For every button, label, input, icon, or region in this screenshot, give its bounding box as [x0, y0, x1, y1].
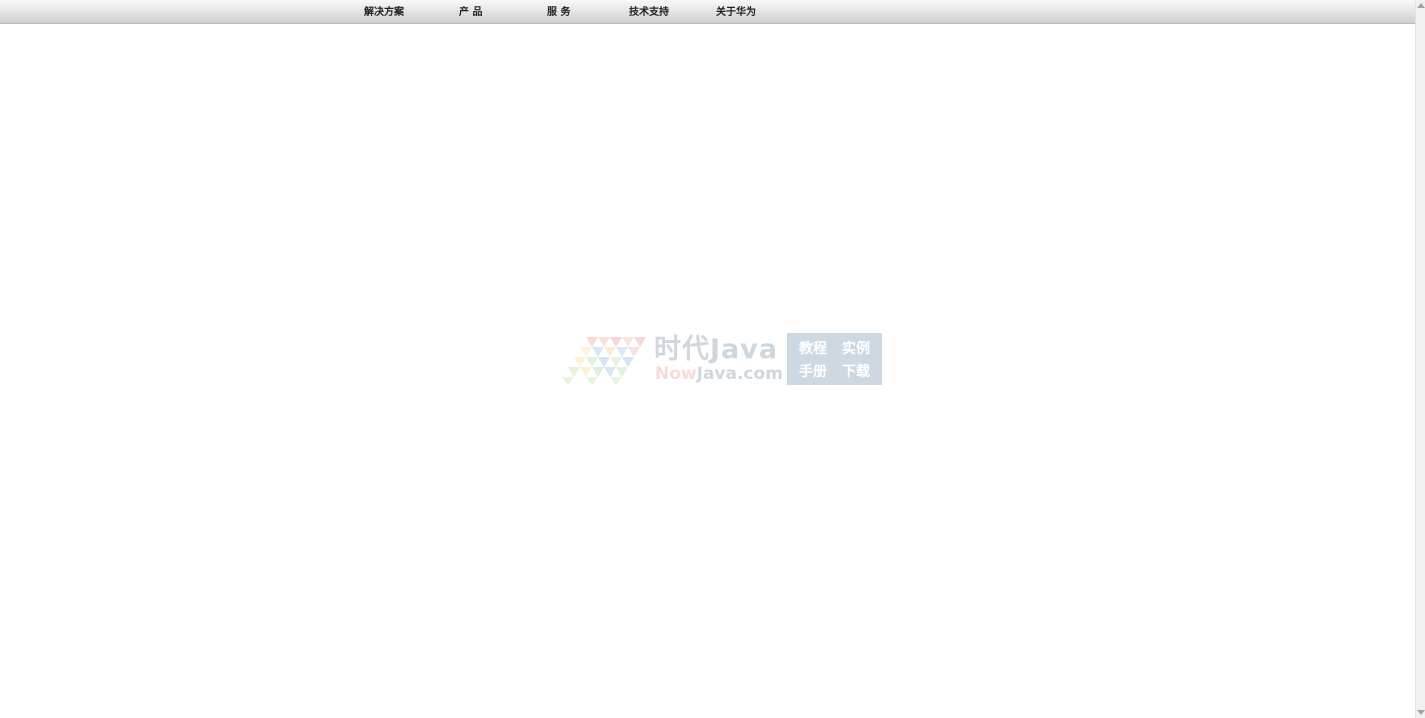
top-navigation-bar: 解决方案 产 品 服 务 技术支持 关于华为	[0, 0, 1415, 24]
watermark-box-label: 下载	[842, 364, 870, 380]
nav-item-solutions[interactable]: 解决方案	[364, 0, 404, 24]
scroll-down-arrow-icon[interactable]	[1417, 710, 1425, 715]
nav-item-about-huawei[interactable]: 关于华为	[716, 0, 756, 24]
watermark-label-box: 教程 实例 手册 下载	[787, 333, 882, 385]
watermark-subtitle: NowJava.com	[655, 364, 783, 384]
watermark-box-label: 手册	[799, 364, 827, 380]
watermark-box-label: 教程	[799, 341, 827, 357]
page: 解决方案 产 品 服 务 技术支持 关于华为 时代Java NowJava.co…	[0, 0, 1425, 718]
nav-item-services[interactable]: 服 务	[547, 0, 570, 24]
nav-item-products[interactable]: 产 品	[459, 0, 482, 24]
watermark-title: 时代Java	[654, 334, 779, 365]
watermark-logo-icon	[562, 337, 646, 385]
nav-item-tech-support[interactable]: 技术支持	[629, 0, 669, 24]
vertical-scrollbar[interactable]	[1415, 0, 1425, 718]
watermark: 时代Java NowJava.com 教程 实例 手册 下载	[556, 333, 886, 387]
watermark-box-label: 实例	[842, 341, 870, 357]
scroll-up-arrow-icon[interactable]	[1417, 3, 1425, 8]
watermark-subtitle-rest: Java.com	[696, 364, 783, 384]
watermark-subtitle-accent: Now	[655, 364, 697, 384]
